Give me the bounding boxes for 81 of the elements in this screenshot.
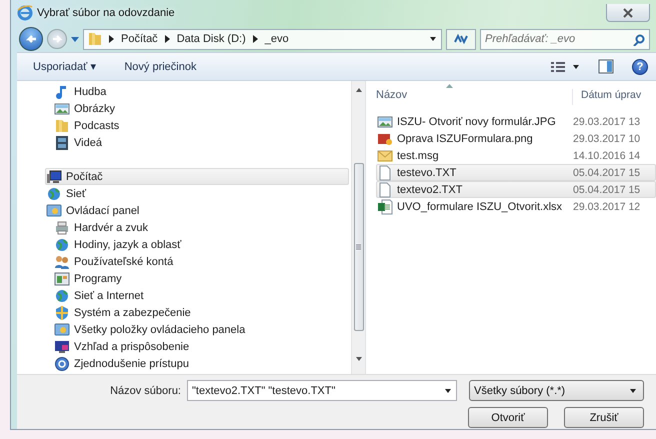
nav-item[interactable]: Obrázky: [45, 100, 349, 117]
spreadsheet-icon: [377, 198, 393, 214]
computer-icon: [46, 168, 62, 184]
picture-icon: [54, 100, 70, 116]
dropdown-arrow-icon: [629, 386, 637, 394]
nav-item[interactable]: Hardvér a zvuk: [45, 219, 349, 236]
preview-pane-button[interactable]: [598, 59, 614, 74]
film-icon: [54, 134, 70, 150]
dropdown-arrow-icon: [429, 35, 437, 43]
nav-item[interactable]: Sieť: [45, 185, 349, 202]
breadcrumb-arrow-icon: [108, 35, 115, 43]
breadcrumb-arrow-icon: [252, 35, 259, 43]
shield-icon: [54, 304, 70, 320]
nav-item[interactable]: Podcasts: [45, 117, 349, 134]
window-title: Vybrať súbor na odovzdanie: [37, 7, 175, 19]
grip-icon: [356, 244, 361, 250]
globe-icon: [54, 236, 70, 252]
file-type-dropdown[interactable]: Všetky súbory (*.*): [469, 380, 644, 401]
scrollbar-thumb[interactable]: [354, 163, 364, 331]
file-row[interactable]: ISZU- Otvoriť novy formulár.JPG 29.03.2017 13: [376, 113, 656, 130]
nav-item[interactable]: Vzhľad a prispôsobenie: [45, 338, 349, 355]
refresh-button[interactable]: [446, 28, 476, 50]
dropdown-arrow-icon: [572, 62, 580, 70]
breadcrumb-arrow-icon: [164, 35, 171, 43]
picture-icon: [377, 114, 393, 130]
nav-item[interactable]: Sieť a Internet: [45, 287, 349, 304]
file-row[interactable]: UVO_formulare ISZU_Otvorit.xlsx 29.03.2017 12: [376, 198, 656, 215]
browser-logo-icon: [17, 5, 33, 21]
vertical-scrollbar[interactable]: [351, 81, 365, 374]
cancel-button[interactable]: Zrušiť: [564, 407, 644, 428]
close-button[interactable]: [606, 4, 650, 22]
file-name-label: Názov súboru:: [110, 384, 181, 396]
file-row[interactable]: Oprava ISZUFormulara.png 29.03.2017 10: [376, 130, 656, 147]
open-button[interactable]: Otvoriť: [468, 407, 548, 428]
preview-pane-icon: [598, 59, 614, 74]
folder-icon: [54, 118, 70, 134]
users-icon: [54, 254, 70, 270]
printer-icon: [54, 220, 70, 236]
nav-item[interactable]: Hodiny, jazyk a oblasť: [45, 236, 349, 253]
nav-item[interactable]: Zjednodušenie prístupu: [45, 355, 349, 372]
globe-icon: [54, 288, 70, 304]
new-folder-button[interactable]: Nový priečinok: [122, 58, 198, 76]
column-header[interactable]: Názov: [376, 89, 573, 105]
breadcrumb[interactable]: Data Disk (D:): [176, 33, 246, 45]
folder-icon: [88, 31, 102, 47]
breadcrumb[interactable]: Počítač: [121, 33, 158, 45]
monitor-icon: [54, 338, 70, 354]
file-row[interactable]: testevo.TXT 05.04.2017 15: [376, 164, 656, 181]
search-field[interactable]: Prehľadávať: _evo: [480, 28, 650, 50]
nav-item[interactable]: Systém a zabezpečenie: [45, 304, 349, 321]
sort-caret-icon: [446, 84, 453, 88]
nav-item[interactable]: Videá: [45, 134, 349, 151]
scroll-down-icon: [354, 356, 362, 362]
file-row[interactable]: textevo2.TXT 05.04.2017 15: [376, 181, 656, 198]
nav-item[interactable]: Ovládací panel: [45, 202, 349, 219]
organize-menu[interactable]: Usporiadať ▾: [31, 57, 98, 76]
back-button[interactable]: [19, 27, 43, 51]
breadcrumb[interactable]: _evo: [264, 33, 289, 45]
globe-icon: [46, 186, 62, 202]
nav-item[interactable]: Programy: [45, 270, 349, 287]
nav-item[interactable]: Počítač: [45, 168, 349, 185]
nav-item[interactable]: Všetky položky ovládacieho panela: [45, 321, 349, 338]
nav-item[interactable]: Hudba: [45, 83, 349, 100]
accessibility-icon: [54, 356, 70, 372]
search-icon: [633, 34, 645, 46]
view-options-button[interactable]: [550, 60, 580, 72]
nav-item[interactable]: Používateľské kontá: [45, 253, 349, 270]
program-window-icon: [54, 270, 70, 286]
control-panel-icon: [54, 322, 70, 338]
column-header[interactable]: Dátum úprav: [573, 89, 642, 105]
address-bar[interactable]: Počítač Data Disk (D:) _evo: [83, 28, 442, 50]
close-icon: [622, 6, 634, 18]
details-view-icon: [550, 60, 566, 72]
forward-arrow-icon: [51, 33, 63, 45]
envelope-icon: [377, 148, 393, 164]
control-panel-icon: [46, 202, 62, 218]
scroll-up-icon: [354, 87, 362, 93]
file-name-field[interactable]: "textevo2.TXT" "testevo.TXT": [187, 380, 457, 401]
dropdown-arrow-icon: [444, 386, 452, 394]
file-row[interactable]: test.msg 14.10.2016 14: [376, 147, 656, 164]
recent-pages-arrow-icon: [71, 36, 79, 42]
